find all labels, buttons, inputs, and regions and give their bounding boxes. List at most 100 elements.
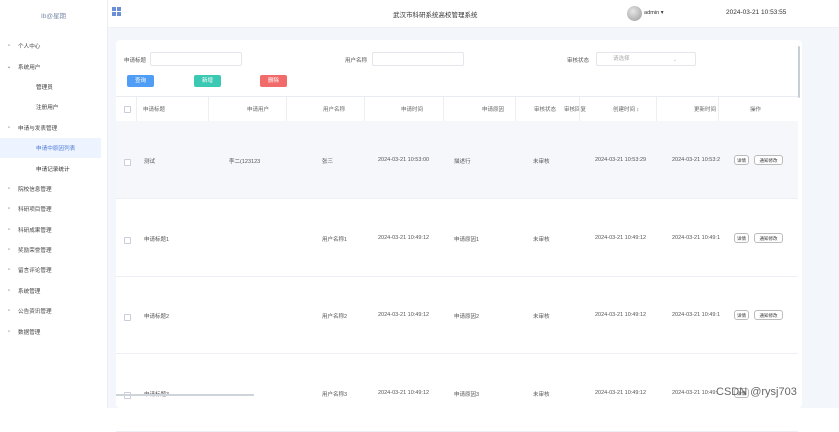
- cell-created: 2024-03-21 10:53:29: [595, 157, 647, 163]
- status-filter-select[interactable]: 请选择 ⌄: [596, 52, 696, 66]
- watermark: CSDN @rysj703: [716, 386, 797, 398]
- sidebar-item[interactable]: ▫ 科研项目管理: [0, 199, 107, 219]
- title-filter-input[interactable]: [150, 52, 242, 66]
- sidebar-item[interactable]: ▫ 申请与发表管理: [0, 118, 107, 138]
- menu-item-icon: ▫: [7, 43, 11, 50]
- cell-reason: 申请原因2: [454, 314, 480, 320]
- menu-item-icon: ▫: [7, 308, 11, 315]
- sidebar-item-label: 个人中心: [18, 44, 41, 51]
- sidebar-item[interactable]: ▫ 院校信息管理: [0, 179, 107, 199]
- menu-item-icon: ▫: [7, 124, 11, 131]
- column-header: 申请标题: [143, 107, 166, 113]
- cell-time: 2024-03-21 10:49:12: [378, 234, 430, 241]
- sidebar-item-label: 奖励荣誉管理: [18, 248, 52, 255]
- notify-modify-button[interactable]: 通知修改: [754, 310, 783, 320]
- sidebar-item[interactable]: 注册用户: [0, 97, 107, 117]
- cell-updated: 2024-03-21 10:49:1: [672, 312, 721, 318]
- sidebar-item-label: 科研项目管理: [18, 207, 52, 214]
- system-title: 武汉市科研系统高校管理系统: [393, 12, 478, 19]
- cell-title: 申请标题1: [144, 236, 170, 243]
- sidebar-item[interactable]: 申请记录统计: [0, 158, 107, 178]
- cell-title: 测试: [144, 159, 156, 165]
- row-checkbox[interactable]: [124, 159, 131, 166]
- sidebar-item[interactable]: ▫ 系统管理: [0, 281, 107, 301]
- cell-time: 2024-03-21 10:49:12: [378, 389, 430, 396]
- row-checkbox[interactable]: [124, 314, 131, 321]
- header-clock: 2024-03-21 10:53:55: [726, 9, 787, 16]
- cell-reason: 申请原因3: [454, 391, 480, 398]
- detail-button[interactable]: 详情: [734, 310, 749, 320]
- detail-button[interactable]: 详情: [734, 232, 749, 243]
- sidebar-item[interactable]: ⌄ 系统用户: [0, 56, 107, 76]
- vertical-scrollbar[interactable]: [798, 46, 800, 98]
- table-row[interactable]: 申请标题1 用户名称1 2024-03-21 10:49:12 申请原因1 未审核 202…: [116, 199, 798, 277]
- table-row[interactable]: 申请标题2 用户名称2 2024-03-21 10:49:12 申请原因2 未审核 202…: [116, 276, 798, 354]
- search-button[interactable]: 查询: [127, 75, 154, 87]
- user-filter-label: 用户名称: [345, 58, 368, 64]
- sidebar-item[interactable]: 申请中原因列表: [0, 137, 101, 159]
- user-filter-input[interactable]: [372, 52, 464, 66]
- cell-reason: 描述行: [454, 159, 471, 165]
- sidebar-item-label: 申请中原因列表: [36, 146, 76, 153]
- cell-updated: 2024-03-21 10:53:2: [672, 157, 721, 163]
- add-button[interactable]: 新增: [194, 75, 221, 87]
- column-header: 审核回复: [564, 107, 587, 113]
- notify-modify-button[interactable]: 通知修改: [754, 232, 783, 243]
- sidebar: Ib@星期 ▫ 个人中心 ⌄ 系统用户管理员 注册用户 ▫ 申请与发表管理申请中原因列表 申请…: [0, 0, 108, 408]
- sidebar-item[interactable]: 管理员: [0, 77, 107, 97]
- sidebar-item[interactable]: ▫ 个人中心: [0, 36, 107, 56]
- table-row[interactable]: 测试 李二(123123 张三 2024-03-21 10:53:00 描述行 未审核 20…: [116, 121, 798, 199]
- table-header: 申请标题 申请用户 用户名称 申请时间 申请原因 审核状态 审核回复 创建时间 ↕ 更新时间 操作: [116, 96, 798, 122]
- menu-item-icon: ▫: [7, 267, 11, 274]
- row-checkbox[interactable]: [124, 236, 131, 244]
- sidebar-item-label: 申请记录统计: [36, 166, 70, 173]
- sidebar-item-label: 系统用户: [18, 64, 41, 71]
- sidebar-item[interactable]: ▫ 数据管理: [0, 321, 107, 341]
- column-divider: [515, 97, 516, 121]
- sidebar-menu: ▫ 个人中心 ⌄ 系统用户管理员 注册用户 ▫ 申请与发表管理申请中原因列表 申请记录统计 ▫ 院…: [0, 36, 107, 342]
- column-divider: [136, 97, 137, 121]
- app-logo: Ib@星期: [40, 13, 67, 20]
- menu-item-icon: ▫: [7, 328, 11, 335]
- notify-modify-button[interactable]: 通知修改: [754, 155, 783, 165]
- sidebar-item-label: 数据管理: [18, 329, 41, 336]
- sidebar-item[interactable]: ▫ 留言评论管理: [0, 260, 107, 280]
- column-divider: [286, 97, 287, 121]
- chevron-down-icon: ⌄: [672, 57, 677, 63]
- avatar[interactable]: [627, 6, 642, 21]
- cell-name: 用户名称3: [322, 391, 348, 398]
- cell-created: 2024-03-21 10:49:12: [595, 234, 647, 241]
- cell-name: 用户名称2: [322, 314, 348, 320]
- column-header: 审核状态: [534, 107, 557, 113]
- table-row[interactable]: 申请标题3用户名称32024-03-21 10:49:12申请原因3未审核202…: [116, 354, 798, 432]
- sidebar-item[interactable]: ▫ 奖励荣誉管理: [0, 240, 107, 260]
- column-header[interactable]: 创建时间 ↕: [613, 105, 639, 113]
- status-filter-label: 审核状态: [567, 58, 590, 64]
- menu-grid-icon[interactable]: [112, 7, 121, 16]
- cell-created: 2024-03-21 10:49:12: [595, 312, 647, 318]
- cell-status: 未审核: [533, 391, 550, 398]
- menu-item-icon: ▫: [7, 247, 11, 254]
- sidebar-item-label: 公告资讯管理: [18, 309, 52, 316]
- horizontal-scrollbar[interactable]: [116, 394, 254, 396]
- sidebar-item-label: 院校信息管理: [18, 186, 52, 193]
- status-select-placeholder: 请选择: [613, 56, 630, 62]
- delete-button[interactable]: 删除: [260, 75, 287, 87]
- cell-time: 2024-03-21 10:53:00: [378, 157, 430, 163]
- column-header: 申请时间: [401, 107, 424, 113]
- sidebar-item[interactable]: ▫ 科研成果管理: [0, 220, 107, 240]
- menu-item-icon: ▫: [7, 185, 11, 192]
- cell-updated: 2024-03-21 10:49:1: [672, 234, 721, 241]
- cell-status: 未审核: [533, 236, 550, 243]
- sidebar-item[interactable]: ▫ 公告资讯管理: [0, 301, 107, 321]
- menu-item-icon: ⌄: [6, 64, 12, 71]
- detail-button[interactable]: 详情: [734, 155, 749, 165]
- column-header: 申请原因: [482, 107, 505, 113]
- cell-title: 申请标题2: [144, 314, 170, 320]
- top-header: 武汉市科研系统高校管理系统 admin ▾ 2024-03-21 10:53:5…: [108, 0, 839, 28]
- column-divider: [656, 97, 657, 121]
- user-menu[interactable]: admin ▾: [644, 10, 664, 16]
- cell-time: 2024-03-21 10:49:12: [378, 312, 430, 318]
- select-all-checkbox[interactable]: [124, 106, 131, 113]
- cell-user: 李二(123123: [229, 159, 261, 165]
